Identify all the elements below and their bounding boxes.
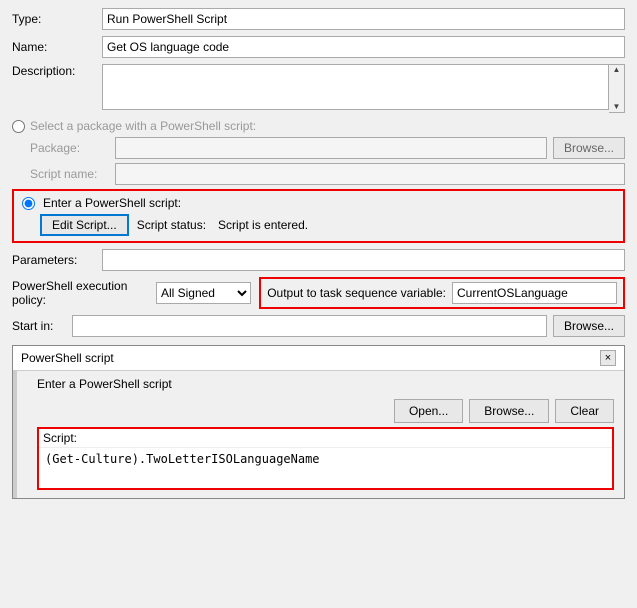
description-wrapper: ▲ ▼ [102, 64, 625, 113]
scroll-up-icon[interactable]: ▲ [613, 66, 621, 74]
policy-output-row: PowerShell execution policy: All Signed … [12, 277, 625, 309]
enter-ps-row: Enter a PowerShell script: [22, 196, 615, 210]
ps-dialog-body: Enter a PowerShell script Open... Browse… [13, 371, 624, 498]
name-row: Name: [12, 36, 625, 58]
dialog-bottom-space [27, 490, 624, 498]
ps-dialog-subtitle: Enter a PowerShell script [27, 371, 624, 395]
package-label: Package: [30, 141, 115, 155]
type-row: Type: [12, 8, 625, 30]
parameters-input[interactable] [102, 249, 625, 271]
name-label: Name: [12, 40, 102, 54]
script-name-label: Script name: [30, 167, 115, 181]
select-package-label: Select a package with a PowerShell scrip… [30, 119, 256, 133]
description-label: Description: [12, 64, 102, 78]
start-in-browse-button[interactable]: Browse... [553, 315, 625, 337]
left-accent-bar [13, 371, 17, 498]
ps-dialog-clear-button[interactable]: Clear [555, 399, 614, 423]
enter-ps-label: Enter a PowerShell script: [43, 196, 181, 210]
scroll-down-icon[interactable]: ▼ [613, 103, 621, 111]
ps-dialog-browse-button[interactable]: Browse... [469, 399, 549, 423]
start-in-input[interactable] [72, 315, 547, 337]
ps-dialog: PowerShell script × Enter a PowerShell s… [12, 345, 625, 499]
ps-script-content[interactable]: (Get-Culture).TwoLetterISOLanguageName [39, 448, 612, 488]
enter-ps-section: Enter a PowerShell script: Edit Script..… [12, 189, 625, 243]
parameters-label: Parameters: [12, 253, 102, 267]
enter-ps-radio[interactable] [22, 197, 35, 210]
output-var-label: Output to task sequence variable: [267, 286, 446, 300]
description-input[interactable] [102, 64, 609, 110]
start-in-label: Start in: [12, 319, 72, 333]
output-var-section: Output to task sequence variable: [259, 277, 625, 309]
ps-dialog-titlebar: PowerShell script × [13, 346, 624, 371]
start-in-row: Start in: Browse... [12, 315, 625, 337]
select-package-section: Select a package with a PowerShell scrip… [12, 119, 625, 185]
script-name-input [115, 163, 625, 185]
ps-dialog-title: PowerShell script [21, 351, 114, 365]
script-name-row: Script name: [30, 163, 625, 185]
policy-label: PowerShell execution policy: [12, 279, 144, 307]
description-row: Description: ▲ ▼ [12, 64, 625, 113]
package-row: Package: Browse... [30, 137, 625, 159]
package-browse-button: Browse... [553, 137, 625, 159]
edit-script-button[interactable]: Edit Script... [40, 214, 129, 236]
package-input [115, 137, 547, 159]
description-scrollbar[interactable]: ▲ ▼ [609, 64, 625, 113]
package-section: Package: Browse... Script name: [12, 137, 625, 185]
script-status-label: Script status: [137, 218, 206, 232]
select-package-radio[interactable] [12, 120, 25, 133]
type-input[interactable] [102, 8, 625, 30]
ps-script-label: Script: [39, 429, 612, 448]
enter-ps-controls-row: Edit Script... Script status: Script is … [22, 214, 615, 236]
select-package-radio-row: Select a package with a PowerShell scrip… [12, 119, 625, 133]
script-status-value: Script is entered. [218, 218, 308, 232]
ps-script-area: Script: (Get-Culture).TwoLetterISOLangua… [37, 427, 614, 490]
output-var-input[interactable] [452, 282, 617, 304]
type-label: Type: [12, 12, 102, 26]
parameters-row: Parameters: [12, 249, 625, 271]
policy-select[interactable]: All Signed Bypass Restricted [156, 282, 251, 304]
name-input[interactable] [102, 36, 625, 58]
ps-dialog-close-button[interactable]: × [600, 350, 616, 366]
ps-dialog-buttons-row: Open... Browse... Clear [27, 395, 624, 427]
ps-dialog-open-button[interactable]: Open... [394, 399, 463, 423]
